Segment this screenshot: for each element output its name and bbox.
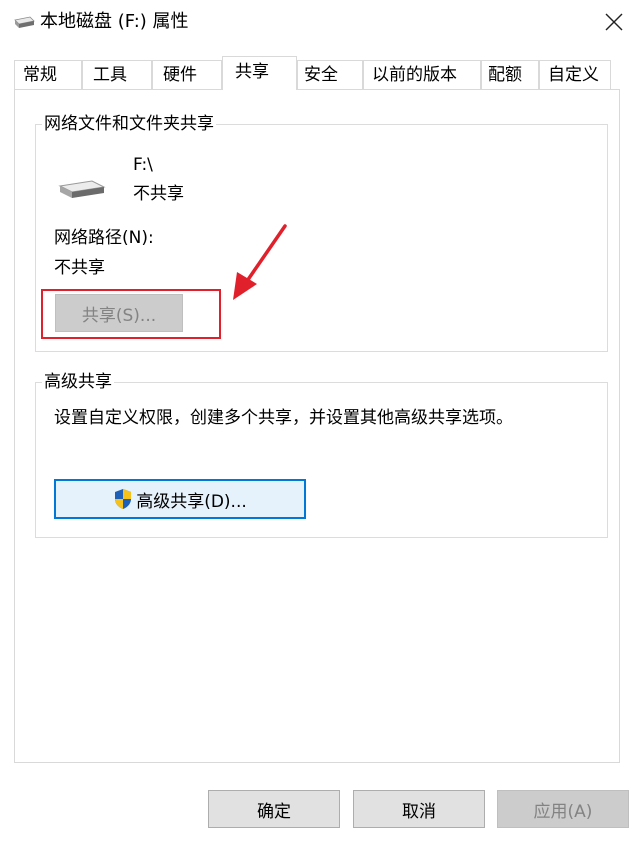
tab-general[interactable]: 常规 <box>14 60 82 89</box>
group-legend: 网络文件和文件夹共享 <box>42 113 216 135</box>
title-bar: 本地磁盘 (F:) 属性 <box>0 0 640 44</box>
cancel-button[interactable]: 取消 <box>353 790 485 828</box>
tab-tools[interactable]: 工具 <box>82 60 152 89</box>
network-path-value: 不共享 <box>54 258 105 278</box>
tab-panel-sharing: 网络文件和文件夹共享 F:\ 不共享 网络路径(N): 不共享 共享(S)...… <box>14 89 620 763</box>
close-button[interactable] <box>594 2 634 42</box>
drive-share-status: 不共享 <box>133 184 184 204</box>
window-title: 本地磁盘 (F:) 属性 <box>40 11 189 32</box>
annotation-arrow-icon <box>233 224 287 300</box>
tab-sharing[interactable]: 共享 <box>222 56 297 90</box>
advanced-sharing-description: 设置自定义权限，创建多个共享，并设置其他高级共享选项。 <box>54 408 513 428</box>
tab-strip: 常规 工具 硬件 共享 安全 以前的版本 配额 自定义 <box>14 56 620 90</box>
drive-icon <box>14 16 35 28</box>
uac-shield-icon <box>115 489 132 509</box>
tab-previous-versions[interactable]: 以前的版本 <box>363 60 481 89</box>
network-path-label: 网络路径(N): <box>54 228 154 248</box>
dialog-button-bar: 确定 取消 应用(A) <box>0 778 640 842</box>
drive-icon <box>58 180 106 198</box>
advanced-sharing-button[interactable]: 高级共享(D)... <box>54 479 306 519</box>
advanced-sharing-group: 高级共享 设置自定义权限，创建多个共享，并设置其他高级共享选项。 高级共享(D)… <box>35 371 608 538</box>
tab-quota[interactable]: 配额 <box>481 60 539 89</box>
group-legend: 高级共享 <box>42 371 114 393</box>
apply-button[interactable]: 应用(A) <box>497 790 629 828</box>
advanced-sharing-button-label: 高级共享(D)... <box>136 491 247 512</box>
drive-name: F:\ <box>133 155 153 175</box>
annotation-highlight-box <box>41 289 221 339</box>
tab-hardware[interactable]: 硬件 <box>152 60 222 89</box>
tab-security[interactable]: 安全 <box>297 60 363 89</box>
ok-button[interactable]: 确定 <box>208 790 340 828</box>
tab-customize[interactable]: 自定义 <box>539 60 611 89</box>
close-icon <box>605 13 623 31</box>
